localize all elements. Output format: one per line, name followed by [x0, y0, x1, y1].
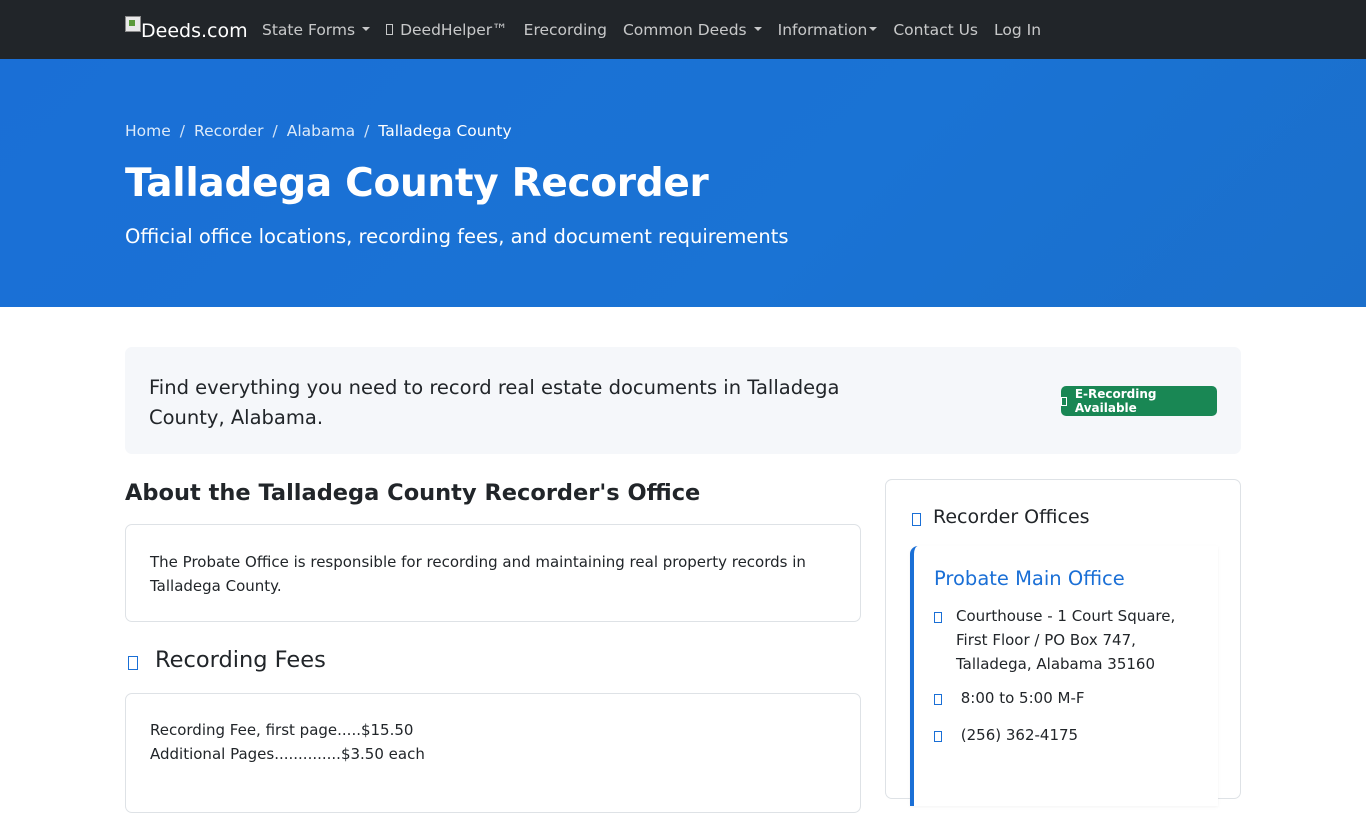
office-address-text: Courthouse - 1 Court Square, First Floor… [956, 607, 1176, 673]
breadcrumb-separator: / [179, 122, 186, 140]
page-subtitle: Official office locations, recording fee… [125, 225, 789, 248]
nav-label: Contact Us [893, 20, 979, 39]
breadcrumb-recorder[interactable]: Recorder [194, 122, 263, 140]
fees-heading-label: Recording Fees [155, 647, 326, 673]
nav-menu: State Forms DeedHelper™ Erecording Commo… [262, 0, 1057, 59]
sparkle-icon [386, 24, 394, 35]
nav-common-deeds[interactable]: Common Deeds [623, 21, 762, 39]
nav-label: DeedHelper™ [400, 20, 508, 39]
about-text: The Probate Office is responsible for re… [150, 553, 806, 595]
nav-contact-us[interactable]: Contact Us [893, 21, 978, 39]
fee-line: Additional Pages..............$3.50 each [150, 745, 425, 763]
about-heading: About the Talladega County Recorder's Of… [125, 480, 701, 506]
recorder-offices-card: Recorder Offices Probate Main Office Cou… [885, 479, 1241, 806]
building-icon [912, 513, 921, 526]
nav-state-forms[interactable]: State Forms [262, 20, 371, 39]
office-hours: 8:00 to 5:00 M-F [934, 686, 1204, 710]
office-hours-text: 8:00 to 5:00 M-F [956, 689, 1085, 707]
nav-label: Log In [994, 20, 1042, 39]
brand-logo-link[interactable]: Deeds.com [125, 14, 248, 44]
breadcrumb: Home / Recorder / Alabama / Talladega Co… [125, 122, 512, 140]
offices-heading: Recorder Offices [912, 506, 1090, 528]
page-title: Talladega County Recorder [125, 161, 709, 206]
nav-erecording[interactable]: Erecording [524, 21, 607, 39]
caret-down-icon [753, 26, 762, 31]
map-pin-icon [934, 612, 942, 623]
nav-label: State Forms [262, 20, 356, 39]
office-card: Probate Main Office Courthouse - 1 Court… [910, 546, 1218, 806]
office-name: Probate Main Office [934, 567, 1125, 590]
fees-card: Recording Fee, first page.....$15.50 Add… [125, 693, 861, 813]
breadcrumb-separator: / [272, 122, 278, 140]
breadcrumb-separator: / [364, 122, 370, 140]
clock-icon [934, 694, 942, 705]
offices-heading-label: Recorder Offices [933, 506, 1090, 528]
badge-label: E-Recording Available [1074, 387, 1157, 415]
office-phone-link[interactable]: (256) 362-4175 [956, 723, 1078, 747]
top-navbar: Deeds.com State Forms DeedHelper™ Erecor… [0, 0, 1366, 59]
caret-down-icon [362, 26, 371, 31]
nav-deedhelper[interactable]: DeedHelper™ [386, 21, 508, 39]
nav-label: Erecording [523, 20, 607, 39]
nav-information[interactable]: Information [778, 21, 878, 39]
breadcrumb-current: Talladega County [378, 122, 512, 140]
intro-panel: Find everything you need to record real … [125, 347, 1241, 454]
broken-image-icon [125, 16, 141, 32]
caret-down-icon [869, 26, 878, 31]
check-icon [1061, 396, 1067, 406]
fee-line: Recording Fee, first page.....$15.50 [150, 721, 414, 739]
nav-label: Information [777, 20, 868, 39]
office-address: Courthouse - 1 Court Square, First Floor… [934, 604, 1204, 676]
about-card: The Probate Office is responsible for re… [125, 524, 861, 622]
breadcrumb-alabama[interactable]: Alabama [287, 122, 355, 140]
brand-name: Deeds.com [141, 20, 248, 42]
office-phone: (256) 362-4175 [934, 723, 1204, 747]
intro-text: Find everything you need to record real … [149, 376, 840, 429]
dollar-icon [128, 656, 138, 670]
phone-icon [934, 731, 942, 742]
nav-log-in[interactable]: Log In [994, 21, 1041, 39]
hero-banner: Home / Recorder / Alabama / Talladega Co… [0, 59, 1366, 307]
nav-label: Common Deeds [622, 20, 747, 39]
erecording-badge: E-Recording Available [1061, 386, 1217, 416]
fees-heading: Recording Fees [125, 647, 326, 673]
breadcrumb-home[interactable]: Home [125, 122, 171, 140]
